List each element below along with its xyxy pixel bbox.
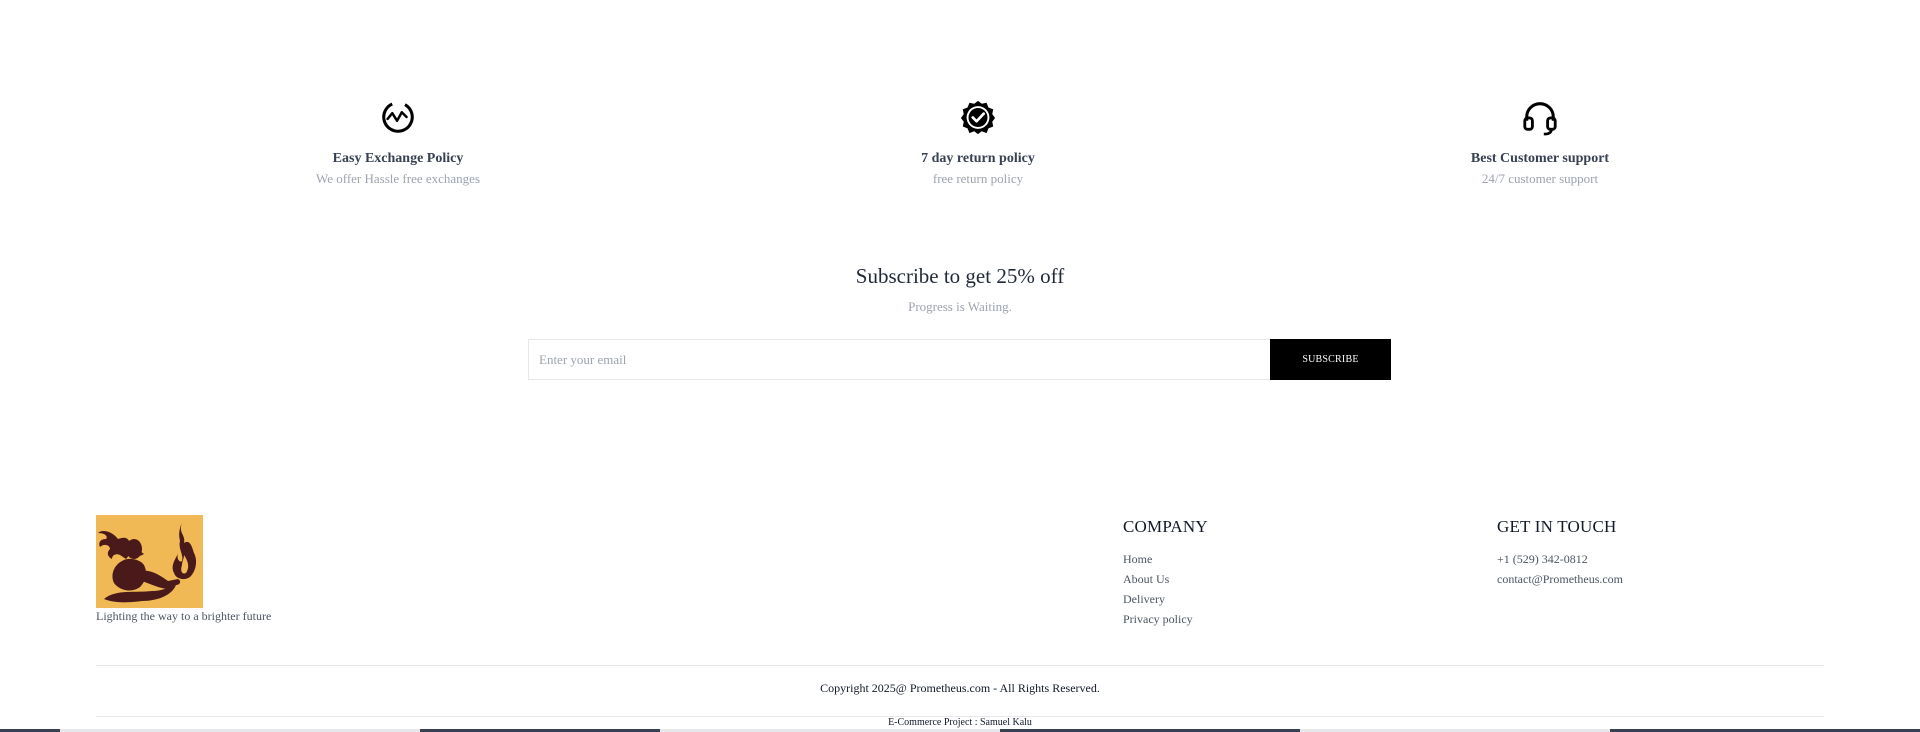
- subscribe-button[interactable]: SUBSCRIBE: [1270, 339, 1391, 380]
- email-input[interactable]: [528, 339, 1270, 380]
- feature-title: Easy Exchange Policy: [332, 151, 464, 166]
- exchange-icon: [382, 101, 414, 133]
- contact-phone: +1 (529) 342-0812: [1497, 552, 1588, 566]
- subscribe-subtitle: Progress is Waiting.: [908, 299, 1012, 314]
- feature-desc: We offer Hassle free exchanges: [315, 171, 481, 186]
- quality-check-icon: [960, 100, 996, 135]
- contact-email: contact@Prometheus.com: [1497, 572, 1624, 586]
- contact-heading: GET IN TOUCH: [1497, 517, 1617, 536]
- feature-support: Best Customer support 24/7 customer supp…: [1340, 98, 1740, 187]
- subscribe-form: SUBSCRIBE: [528, 339, 1391, 380]
- feature-title: Best Customer support: [1470, 151, 1610, 166]
- contact-list: +1 (529) 342-0812 contact@Prometheus.com: [1497, 549, 1623, 589]
- footer-link-privacy-anchor[interactable]: Privacy policy: [1123, 612, 1193, 626]
- credit-text: E-Commerce Project : Samuel Kalu: [888, 717, 1032, 728]
- feature-desc: free return policy: [932, 171, 1024, 186]
- footer-link-delivery-anchor[interactable]: Delivery: [1123, 592, 1165, 606]
- copyright-text: Copyright 2025@ Prometheus.com - All Rig…: [820, 681, 1100, 695]
- feature-title: 7 day return policy: [921, 151, 1035, 166]
- footer-link-home-anchor[interactable]: Home: [1123, 552, 1152, 566]
- company-heading: COMPANY: [1123, 517, 1208, 536]
- company-links: Home About Us Delivery Privacy policy: [1123, 549, 1208, 629]
- footer-tagline: Lighting the way to a brighter future: [96, 609, 272, 623]
- company-column: COMPANY Home About Us Delivery Privacy p…: [1123, 516, 1208, 629]
- feature-return: 7 day return policy free return policy: [778, 98, 1178, 187]
- subscribe-heading: Subscribe to get 25% off: [855, 264, 1065, 288]
- footer-link-delivery: Delivery: [1123, 589, 1208, 609]
- footer-link-home: Home: [1123, 549, 1208, 569]
- subscribe-section: Subscribe to get 25% off Progress is Wai…: [0, 262, 1920, 315]
- footer-divider: [96, 665, 1824, 666]
- contact-column: GET IN TOUCH +1 (529) 342-0812 contact@P…: [1497, 516, 1623, 589]
- feature-exchange: Easy Exchange Policy We offer Hassle fre…: [198, 98, 598, 187]
- footer-link-about: About Us: [1123, 569, 1208, 589]
- feature-desc: 24/7 customer support: [1481, 171, 1599, 186]
- headset-icon: [1523, 102, 1557, 136]
- footer-link-privacy: Privacy policy: [1123, 609, 1208, 629]
- prometheus-logo: [96, 515, 203, 608]
- footer-link-about-anchor[interactable]: About Us: [1123, 572, 1169, 586]
